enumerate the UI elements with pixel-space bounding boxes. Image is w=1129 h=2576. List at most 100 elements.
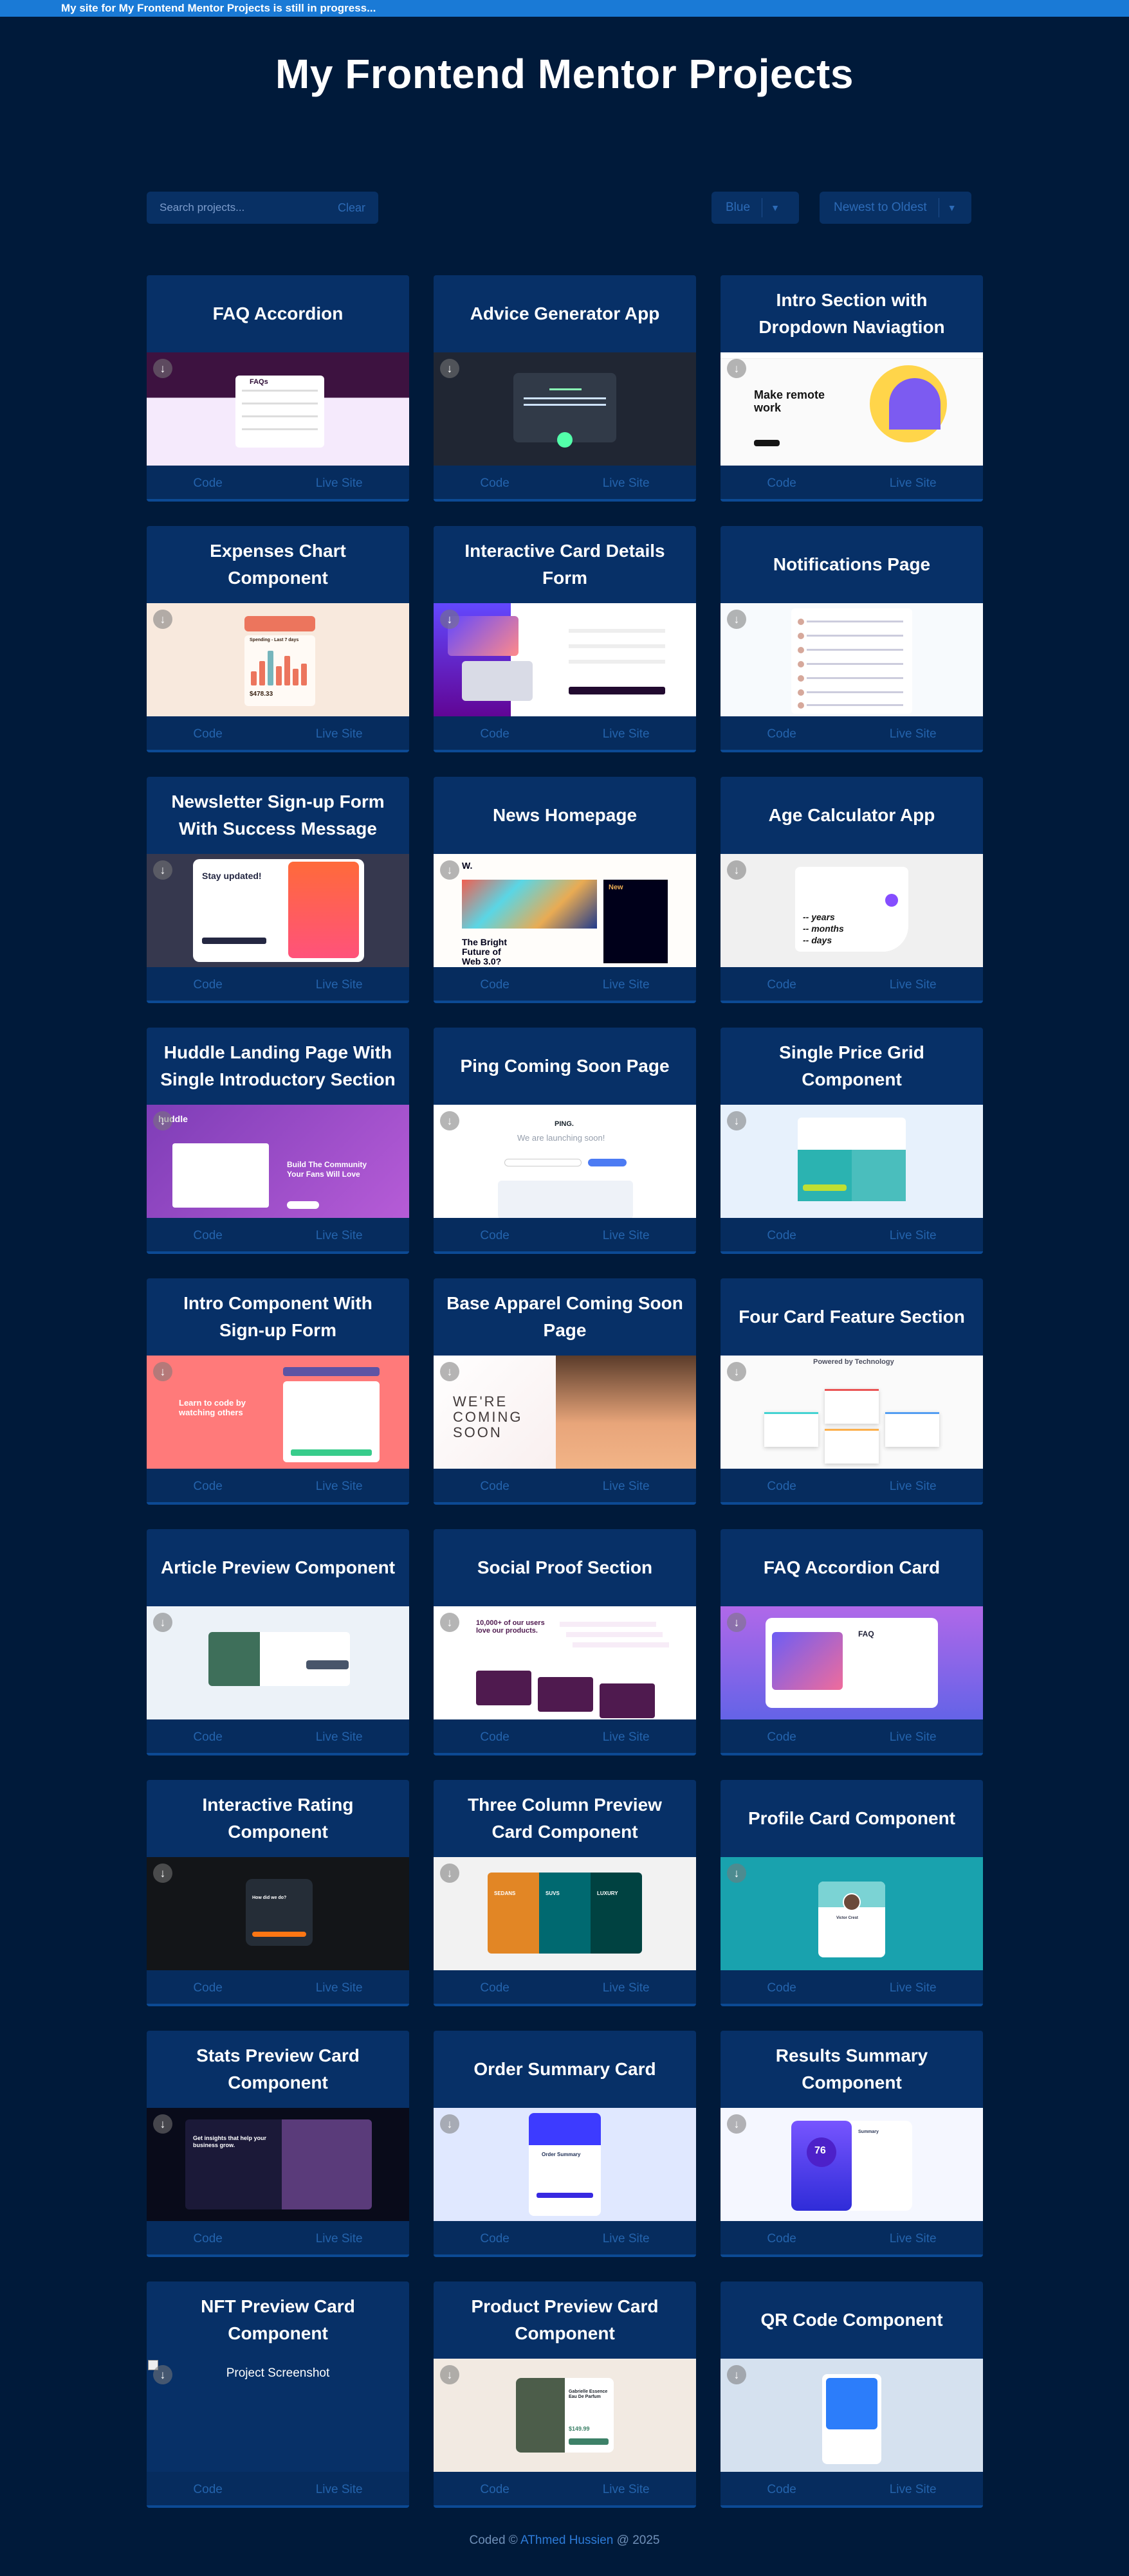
download-icon[interactable]: ↓: [440, 1864, 459, 1883]
code-link[interactable]: Code: [767, 978, 796, 992]
download-icon[interactable]: ↓: [153, 359, 172, 378]
code-link[interactable]: Code: [193, 476, 222, 491]
code-link[interactable]: Code: [480, 1229, 509, 1243]
code-link[interactable]: Code: [480, 727, 509, 741]
download-icon[interactable]: ↓: [153, 610, 172, 629]
project-screenshot[interactable]: PING. We are launching soon! ↓: [434, 1105, 696, 1218]
live-site-link[interactable]: Live Site: [316, 2232, 363, 2246]
code-link[interactable]: Code: [767, 1730, 796, 1745]
code-link[interactable]: Code: [767, 1229, 796, 1243]
live-site-link[interactable]: Live Site: [603, 1730, 650, 1745]
code-link[interactable]: Code: [480, 476, 509, 491]
project-screenshot[interactable]: FAQ ↓: [721, 1606, 983, 1719]
live-site-link[interactable]: Live Site: [890, 1730, 937, 1745]
project-screenshot[interactable]: huddle Build The Community Your Fans Will…: [147, 1105, 409, 1218]
project-screenshot[interactable]: FAQs ↓: [147, 352, 409, 466]
project-screenshot[interactable]: W. The Bright Future of Web 3.0? New ↓: [434, 854, 696, 967]
code-link[interactable]: Code: [767, 476, 796, 491]
live-site-link[interactable]: Live Site: [316, 2483, 363, 2497]
download-icon[interactable]: ↓: [727, 860, 746, 880]
download-icon[interactable]: ↓: [153, 1362, 172, 1381]
download-icon[interactable]: ↓: [727, 2365, 746, 2384]
code-link[interactable]: Code: [767, 727, 796, 741]
project-screenshot[interactable]: How did we do? ↓: [147, 1857, 409, 1970]
live-site-link[interactable]: Live Site: [316, 1480, 363, 1494]
download-icon[interactable]: ↓: [727, 1362, 746, 1381]
download-icon[interactable]: ↓: [440, 2365, 459, 2384]
code-link[interactable]: Code: [767, 2232, 796, 2246]
live-site-link[interactable]: Live Site: [890, 476, 937, 491]
sort-select[interactable]: Newest to Oldest ▼: [820, 192, 971, 224]
code-link[interactable]: Code: [480, 2483, 509, 2497]
footer-author-link[interactable]: AThmed Hussien: [520, 2534, 613, 2547]
live-site-link[interactable]: Live Site: [603, 2232, 650, 2246]
live-site-link[interactable]: Live Site: [603, 1229, 650, 1243]
download-icon[interactable]: ↓: [440, 860, 459, 880]
code-link[interactable]: Code: [193, 1229, 222, 1243]
code-link[interactable]: Code: [193, 1480, 222, 1494]
project-screenshot[interactable]: 10,000+ of our users love our products. ↓: [434, 1606, 696, 1719]
project-screenshot[interactable]: Project Screenshot ↓: [147, 2359, 409, 2472]
code-link[interactable]: Code: [193, 1981, 222, 1995]
live-site-link[interactable]: Live Site: [316, 727, 363, 741]
live-site-link[interactable]: Live Site: [890, 978, 937, 992]
project-screenshot[interactable]: WE'RE COMING SOON ↓: [434, 1356, 696, 1469]
live-site-link[interactable]: Live Site: [316, 1730, 363, 1745]
code-link[interactable]: Code: [480, 1480, 509, 1494]
project-screenshot[interactable]: ↓: [721, 2359, 983, 2472]
project-screenshot[interactable]: ↓: [721, 1105, 983, 1218]
project-screenshot[interactable]: Stay updated! ↓: [147, 854, 409, 967]
live-site-link[interactable]: Live Site: [316, 1229, 363, 1243]
live-site-link[interactable]: Live Site: [890, 1229, 937, 1243]
download-icon[interactable]: ↓: [727, 2114, 746, 2134]
download-icon[interactable]: ↓: [727, 1613, 746, 1632]
download-icon[interactable]: ↓: [153, 2114, 172, 2134]
live-site-link[interactable]: Live Site: [603, 1981, 650, 1995]
live-site-link[interactable]: Live Site: [603, 1480, 650, 1494]
download-icon[interactable]: ↓: [153, 1111, 172, 1130]
search-input[interactable]: [160, 201, 338, 214]
project-screenshot[interactable]: Victor Crest ↓: [721, 1857, 983, 1970]
project-screenshot[interactable]: Order Summary ↓: [434, 2108, 696, 2221]
live-site-link[interactable]: Live Site: [603, 978, 650, 992]
clear-button[interactable]: Clear: [338, 201, 365, 215]
live-site-link[interactable]: Live Site: [890, 2483, 937, 2497]
live-site-link[interactable]: Live Site: [316, 1981, 363, 1995]
project-screenshot[interactable]: -- years -- months -- days ↓: [721, 854, 983, 967]
live-site-link[interactable]: Live Site: [890, 1480, 937, 1494]
project-screenshot[interactable]: ↓: [147, 1606, 409, 1719]
live-site-link[interactable]: Live Site: [890, 1981, 937, 1995]
code-link[interactable]: Code: [767, 1480, 796, 1494]
code-link[interactable]: Code: [193, 2483, 222, 2497]
download-icon[interactable]: ↓: [153, 1864, 172, 1883]
code-link[interactable]: Code: [193, 978, 222, 992]
download-icon[interactable]: ↓: [153, 1613, 172, 1632]
download-icon[interactable]: ↓: [727, 1111, 746, 1130]
live-site-link[interactable]: Live Site: [603, 2483, 650, 2497]
code-link[interactable]: Code: [480, 2232, 509, 2246]
download-icon[interactable]: ↓: [440, 1362, 459, 1381]
project-screenshot[interactable]: ↓: [434, 352, 696, 466]
download-icon[interactable]: ↓: [727, 359, 746, 378]
live-site-link[interactable]: Live Site: [316, 476, 363, 491]
project-screenshot[interactable]: Gabrielle Essence Eau De Parfum $149.99 ↓: [434, 2359, 696, 2472]
download-icon[interactable]: ↓: [440, 1111, 459, 1130]
download-icon[interactable]: ↓: [727, 610, 746, 629]
download-icon[interactable]: ↓: [153, 2365, 172, 2384]
download-icon[interactable]: ↓: [440, 359, 459, 378]
live-site-link[interactable]: Live Site: [603, 727, 650, 741]
code-link[interactable]: Code: [193, 1730, 222, 1745]
download-icon[interactable]: ↓: [440, 610, 459, 629]
code-link[interactable]: Code: [193, 727, 222, 741]
live-site-link[interactable]: Live Site: [890, 727, 937, 741]
project-screenshot[interactable]: ↓: [434, 603, 696, 716]
download-icon[interactable]: ↓: [440, 1613, 459, 1632]
project-screenshot[interactable]: ↓: [721, 603, 983, 716]
project-screenshot[interactable]: 76 Summary ↓: [721, 2108, 983, 2221]
download-icon[interactable]: ↓: [440, 2114, 459, 2134]
code-link[interactable]: Code: [480, 1981, 509, 1995]
theme-select[interactable]: Blue ▼: [711, 192, 799, 224]
download-icon[interactable]: ↓: [153, 860, 172, 880]
code-link[interactable]: Code: [767, 2483, 796, 2497]
code-link[interactable]: Code: [480, 1730, 509, 1745]
